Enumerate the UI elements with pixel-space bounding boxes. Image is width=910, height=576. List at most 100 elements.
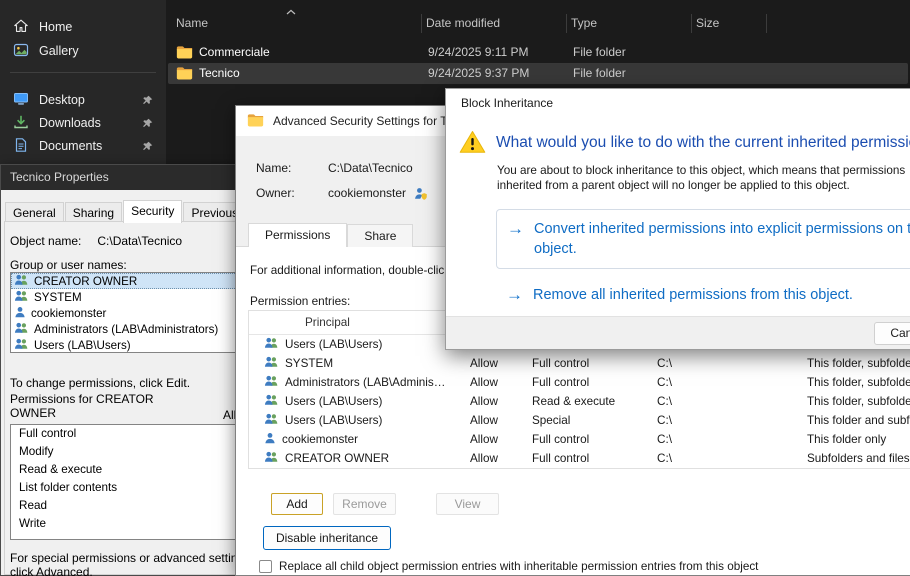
column-header-type[interactable]: Type: [571, 16, 597, 30]
cell-principal: Users (LAB\Users): [285, 414, 382, 427]
advanced-hint-text: For special permissions or advanced sett…: [10, 552, 255, 576]
convert-permissions-command-link[interactable]: → Convert inherited permissions into exp…: [496, 209, 910, 269]
cell-inherited-from: C:\: [657, 376, 807, 389]
file-type: File folder: [573, 66, 626, 80]
replace-checkbox[interactable]: [259, 560, 272, 573]
table-row[interactable]: SYSTEM Allow Full control C:\ This folde…: [249, 354, 910, 373]
cell-access: Full control: [532, 433, 657, 446]
sort-ascending-icon[interactable]: [286, 4, 296, 18]
folder-icon: [176, 45, 193, 62]
gallery-icon: [13, 42, 29, 61]
sidebar-item-label: Gallery: [39, 44, 79, 58]
cell-access: Full control: [532, 376, 657, 389]
cell-access: Full control: [532, 452, 657, 465]
column-header-date-modified[interactable]: Date modified: [426, 16, 500, 30]
sidebar-item-label: Home: [39, 20, 72, 34]
downloads-icon: [13, 114, 29, 133]
tab-permissions[interactable]: Permissions: [248, 223, 347, 247]
sidebar-separator: [10, 72, 156, 73]
cell-type: Allow: [470, 433, 532, 446]
block-dialog-title[interactable]: Block Inheritance: [446, 89, 910, 117]
desktop-icon: [13, 91, 29, 110]
group-icon: [14, 322, 29, 337]
tab-share[interactable]: Share: [347, 224, 413, 247]
owner-label: Owner:: [256, 186, 328, 200]
user-icon: [14, 306, 26, 321]
owner-badge-icon: [414, 187, 427, 200]
command-link-text: Convert inherited permissions into expli…: [534, 219, 910, 259]
replace-permissions-row: Replace all child object permission entr…: [259, 560, 758, 573]
sidebar-item-gallery[interactable]: Gallery: [4, 39, 162, 63]
permission-entries-label: Permission entries:: [250, 294, 350, 308]
group-icon: [264, 451, 279, 466]
command-arrow-icon: →: [507, 219, 524, 239]
file-list-header: Name Date modified Type Size: [166, 12, 910, 35]
view-button[interactable]: View: [436, 493, 499, 515]
add-button[interactable]: Add: [271, 493, 323, 515]
group-name: Administrators (LAB\Administrators): [34, 323, 218, 336]
cancel-button[interactable]: Cancel: [874, 322, 910, 345]
cell-inherited-from: C:\: [657, 357, 807, 370]
cell-applies-to: This folder, subfolders and files: [807, 395, 910, 408]
cell-type: Allow: [470, 414, 532, 427]
group-icon: [14, 290, 29, 305]
owner-value: cookiemonster: [328, 186, 406, 200]
sidebar-item-home[interactable]: Home: [4, 15, 162, 39]
sidebar-item-downloads[interactable]: Downloads: [4, 111, 162, 135]
block-inheritance-dialog: Block Inheritance What would you like to…: [445, 88, 910, 350]
cell-type: Allow: [470, 357, 532, 370]
remove-button[interactable]: Remove: [333, 493, 396, 515]
file-row[interactable]: Commerciale 9/24/2025 9:11 PM File folde…: [168, 42, 908, 63]
cell-type: Allow: [470, 376, 532, 389]
home-icon: [13, 18, 29, 37]
pin-icon: [142, 141, 153, 152]
group-icon: [264, 375, 279, 390]
column-header-size[interactable]: Size: [696, 16, 719, 30]
pin-icon: [142, 95, 153, 106]
table-row[interactable]: Administrators (LAB\Administrators) Allo…: [249, 373, 910, 392]
tab-security[interactable]: Security: [123, 200, 182, 223]
group-icon: [264, 394, 279, 409]
owner-row: Owner: cookiemonster: [256, 186, 427, 200]
block-dialog-heading: What would you like to do with the curre…: [496, 134, 910, 152]
block-dialog-footer: Cancel: [446, 316, 910, 349]
column-header-principal[interactable]: Principal: [249, 316, 470, 329]
cell-applies-to: Subfolders and files only: [807, 452, 910, 465]
table-row[interactable]: Users (LAB\Users) Allow Special C:\ This…: [249, 411, 910, 430]
cell-inherited-from: C:\: [657, 395, 807, 408]
group-name: cookiemonster: [31, 307, 106, 320]
group-name: CREATOR OWNER: [34, 275, 137, 288]
file-name: Tecnico: [199, 66, 240, 80]
group-icon: [14, 274, 29, 289]
name-label: Name:: [256, 161, 328, 175]
cell-applies-to: This folder only: [807, 433, 910, 446]
column-header-name[interactable]: Name: [176, 16, 208, 30]
group-name: Users (LAB\Users): [34, 339, 131, 352]
table-row[interactable]: Users (LAB\Users) Allow Read & execute C…: [249, 392, 910, 411]
tab-sharing[interactable]: Sharing: [65, 202, 122, 223]
tab-general[interactable]: General: [5, 202, 64, 223]
sidebar-item-documents[interactable]: Documents: [4, 134, 162, 158]
group-icon: [14, 338, 29, 353]
object-name-label: Object name:: [10, 234, 81, 248]
cell-principal: Users (LAB\Users): [285, 338, 382, 351]
permissions-for-label: Permissions for CREATOR OWNER: [10, 392, 170, 420]
file-row-selected[interactable]: Tecnico 9/24/2025 9:37 PM File folder: [168, 63, 908, 84]
pin-icon: [142, 118, 153, 129]
cell-type: Allow: [470, 452, 532, 465]
advanced-tabs: Permissions Share: [248, 223, 413, 247]
file-name: Commerciale: [199, 45, 270, 59]
body-line-1: You are about to block inheritance to th…: [497, 163, 905, 178]
cell-inherited-from: C:\: [657, 452, 807, 465]
table-row[interactable]: cookiemonster Allow Full control C:\ Thi…: [249, 430, 910, 449]
table-row[interactable]: CREATOR OWNER Allow Full control C:\ Sub…: [249, 449, 910, 468]
folder-icon: [247, 113, 264, 130]
file-date: 9/24/2025 9:37 PM: [428, 66, 529, 80]
group-or-user-names-label: Group or user names:: [10, 258, 127, 272]
sidebar-item-label: Documents: [39, 139, 102, 153]
disable-inheritance-button[interactable]: Disable inheritance: [263, 526, 391, 550]
remove-permissions-command-link[interactable]: → Remove all inherited permissions from …: [506, 285, 853, 305]
cell-principal: CREATOR OWNER: [285, 452, 389, 465]
sidebar-item-desktop[interactable]: Desktop: [4, 88, 162, 112]
cell-principal: cookiemonster: [282, 433, 358, 446]
